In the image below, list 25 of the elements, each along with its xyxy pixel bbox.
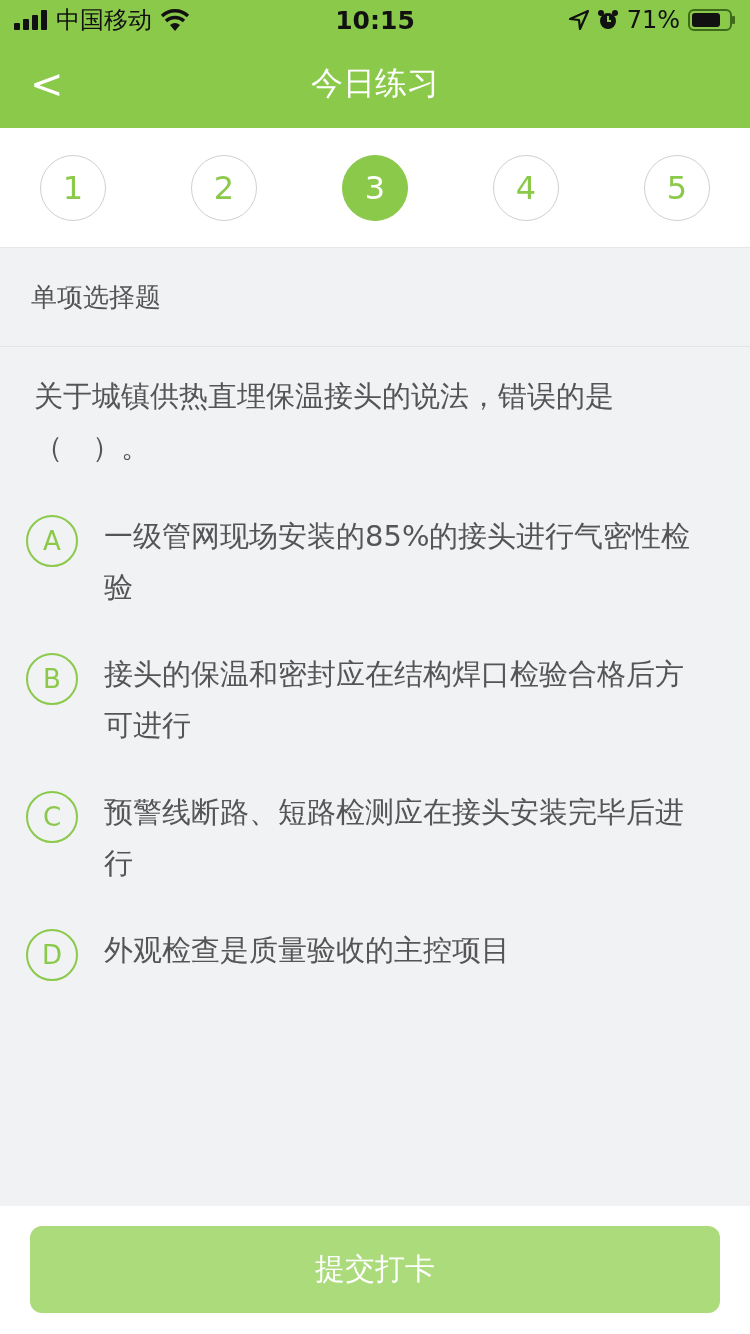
question-number-tab[interactable]: 5 (644, 154, 710, 221)
option-text[interactable]: 一级管网现场安装的85%的接头进行气密性检验 (104, 511, 710, 613)
option-text[interactable]: 外观检查是质量验收的主控项目 (104, 925, 510, 976)
question-number-tab[interactable]: 3 (342, 154, 408, 221)
question-number-tab[interactable]: 1 (40, 154, 106, 221)
option-letter[interactable]: B (26, 653, 78, 705)
question-text: 关于城镇供热直埋保温接头的说法，错误的是（ ）。 (33, 378, 615, 466)
alarm-icon (596, 9, 619, 31)
option-letter[interactable]: C (26, 791, 78, 843)
wifi-icon (160, 9, 190, 31)
carrier-name: 中国移动 (56, 5, 152, 36)
location-icon (568, 10, 589, 30)
option-text[interactable]: 预警线断路、短路检测应在接头安装完毕后进行 (104, 787, 710, 889)
section-title: 单项选择题 (31, 280, 161, 314)
question-number-tab[interactable]: 2 (191, 154, 257, 221)
question-number-tab[interactable]: 4 (493, 154, 559, 221)
page-title: 今日练习 (311, 63, 439, 104)
battery-percent: 71% (626, 6, 680, 34)
signal-icon (14, 10, 48, 30)
option-letter[interactable]: D (26, 929, 78, 981)
option-text[interactable]: 接头的保温和密封应在结构焊口检验合格后方可进行 (104, 649, 710, 751)
option-letter[interactable]: A (26, 515, 78, 567)
status-time: 10:15 (335, 5, 415, 35)
back-button[interactable]: < (22, 60, 72, 108)
battery-icon (688, 9, 736, 31)
